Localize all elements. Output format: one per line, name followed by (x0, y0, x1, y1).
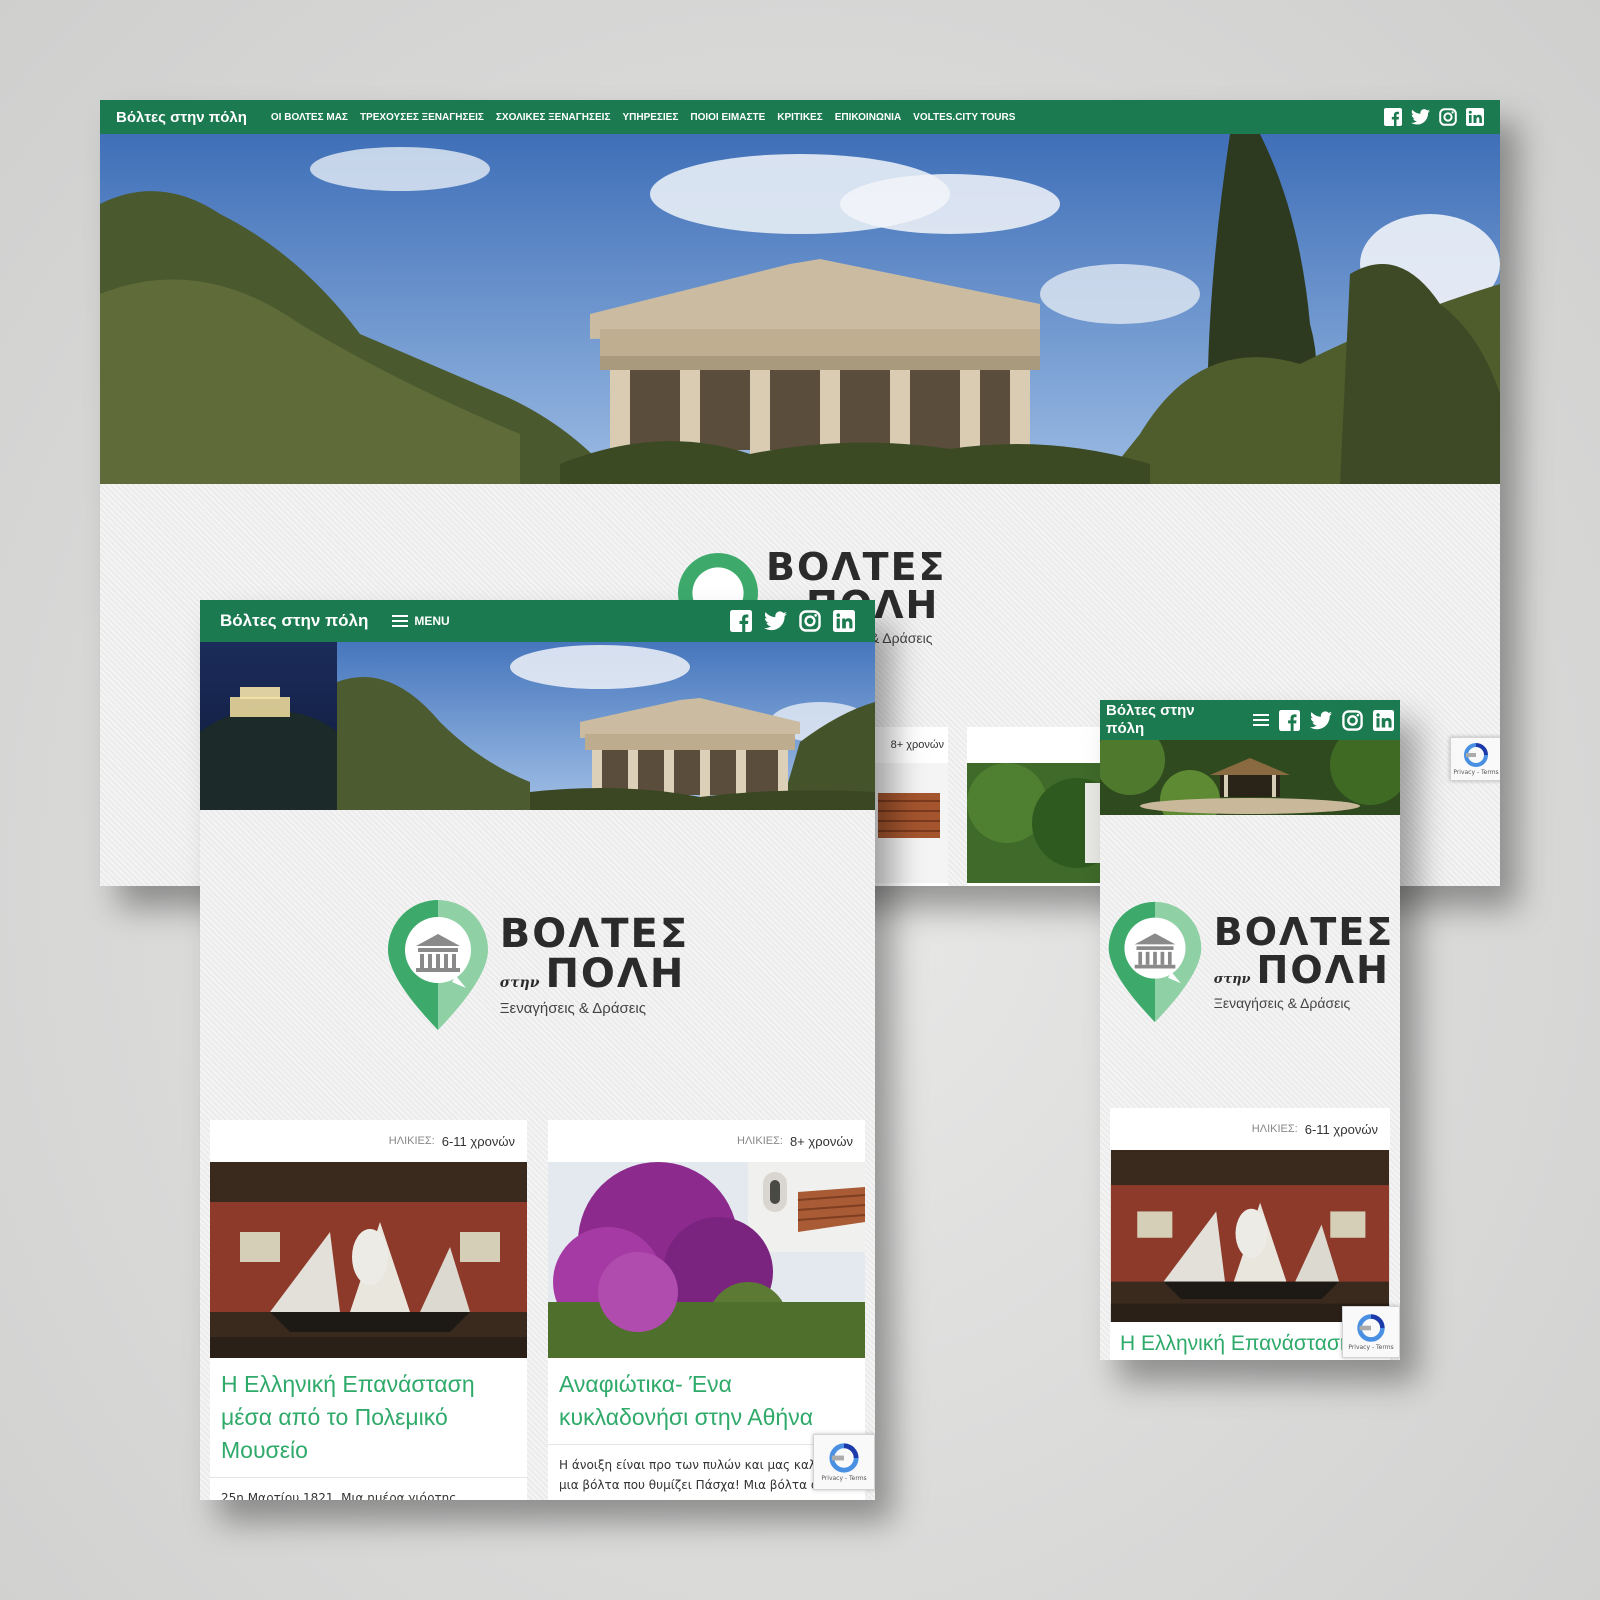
menu-item-our-tours[interactable]: ΟΙ ΒΟΛΤΕΣ ΜΑΣ (271, 112, 348, 123)
linkedin-icon[interactable] (1373, 709, 1394, 731)
logo-title-small: στην (499, 974, 540, 991)
site-title-link[interactable]: Βόλτες στην πόλη (116, 109, 247, 126)
logo-title-line1: ΒΟΛΤΕΣ (499, 910, 690, 957)
menu-toggle-button[interactable]: MENU (392, 614, 450, 628)
card-title-link[interactable]: Η Ελληνική Επανάσταση μέσα από το Πολεμι… (210, 1358, 527, 1477)
desktop-card[interactable]: 8+ χρονών (870, 727, 948, 886)
recaptcha-badge[interactable]: Privacy - Terms (1342, 1306, 1400, 1358)
logo-title-small: στην (1213, 972, 1251, 987)
menu-item-city-tours[interactable]: VOLTES.CITY TOURS (913, 112, 1015, 123)
mobile-hero-image (1100, 740, 1400, 815)
logo-title-line2: ΠΟΛΗ (1256, 948, 1390, 992)
tablet-logo: ΒΟΛΤΕΣ στην ΠΟΛΗ Ξεναγήσεις & Δράσεις (200, 898, 875, 1032)
recaptcha-text: Privacy - Terms (1348, 1343, 1394, 1351)
tablet-screenshot: Βόλτες στην πόλη MENU ΒΟΛΤΕΣ στην ΠΟΛΗ Ξ… (200, 600, 875, 1500)
card-age-value: 8+ χρονών (789, 1133, 853, 1149)
recaptcha-badge[interactable]: Privacy - Terms (813, 1434, 875, 1490)
menu-item-contact[interactable]: ΕΠΙΚΟΙΝΩΝΙΑ (835, 112, 901, 123)
recaptcha-text: Privacy - Terms (821, 1474, 867, 1482)
twitter-icon[interactable] (764, 611, 787, 631)
social-links (1384, 108, 1484, 126)
menu-item-services[interactable]: ΥΠΗΡΕΣΙΕΣ (622, 112, 678, 123)
twitter-icon[interactable] (1411, 109, 1430, 125)
desktop-hero-image (100, 134, 1500, 484)
card-age-value: 6-11 χρονών (441, 1133, 515, 1149)
card-image (870, 763, 948, 883)
hamburger-icon[interactable] (1253, 714, 1269, 726)
mobile-navbar: Βόλτες στην πόλη (1100, 700, 1400, 740)
card-header: ΗΛΙΚΙΕΣ: 8+ χρονών (548, 1120, 865, 1162)
tour-card[interactable]: ΗΛΙΚΙΕΣ: 6-11 χρονών Η Ελληνική Επανάστα… (210, 1120, 527, 1500)
instagram-icon[interactable] (1342, 709, 1363, 731)
social-links (1253, 709, 1394, 731)
social-links (730, 610, 855, 632)
recaptcha-icon (1357, 1313, 1385, 1342)
logo-subtitle: Ξεναγήσεις & Δράσεις (499, 999, 646, 1017)
logo-title-line1: ΒΟΛΤΕΣ (766, 545, 947, 589)
card-age-label: ΗΛΙΚΙΕΣ: (1251, 1123, 1298, 1135)
twitter-icon[interactable] (1310, 710, 1332, 730)
card-excerpt: 25η Μαρτίου 1821. Μια ημέρα γιόρτης (210, 1477, 527, 1500)
tablet-navbar: Βόλτες στην πόλη MENU (200, 600, 875, 642)
desktop-navbar: Βόλτες στην πόλη ΟΙ ΒΟΛΤΕΣ ΜΑΣ ΤΡΕΧΟΥΣΕΣ… (100, 100, 1500, 134)
menu-label: MENU (414, 614, 450, 628)
facebook-icon[interactable] (1279, 709, 1300, 731)
facebook-icon[interactable] (730, 610, 752, 632)
menu-item-current-tours[interactable]: ΤΡΕΧΟΥΣΕΣ ΞΕΝΑΓΗΣΕΙΣ (360, 112, 484, 123)
card-image (548, 1162, 865, 1358)
mobile-screenshot: Βόλτες στην πόλη ΒΟΛΤΕΣ στην ΠΟΛΗ Ξεναγή… (1100, 700, 1400, 1360)
logo-pin-icon (387, 900, 488, 1030)
logo-title-line1: ΒΟΛΤΕΣ (1213, 910, 1395, 954)
menu-item-about[interactable]: ΠΟΙΟΙ ΕΙΜΑΣΤΕ (690, 112, 765, 123)
desktop-card[interactable] (967, 727, 1117, 886)
recaptcha-text: Privacy - Terms (1453, 768, 1499, 776)
logo-subtitle: Ξεναγήσεις & Δράσεις (1213, 995, 1351, 1011)
instagram-icon[interactable] (1439, 108, 1457, 126)
card-header: ΗΛΙΚΙΕΣ: 6-11 χρονών (1110, 1108, 1390, 1150)
recaptcha-icon (1464, 742, 1488, 767)
instagram-icon[interactable] (799, 610, 821, 632)
linkedin-icon[interactable] (1466, 108, 1484, 126)
menu-item-reviews[interactable]: ΚΡΙΤΙΚΕΣ (777, 112, 822, 123)
card-age-value: 6-11 χρονών (1304, 1121, 1378, 1137)
site-title-link[interactable]: Βόλτες στην πόλη (220, 611, 368, 631)
card-header: ΗΛΙΚΙΕΣ: 6-11 χρονών (210, 1120, 527, 1162)
card-age-label: ΗΛΙΚΙΕΣ: (737, 1135, 783, 1147)
linkedin-icon[interactable] (833, 610, 855, 632)
card-image (1110, 1150, 1390, 1322)
facebook-icon[interactable] (1384, 108, 1402, 126)
card-age-label: ΗΛΙΚΙΕΣ: (388, 1135, 435, 1147)
main-menu: ΟΙ ΒΟΛΤΕΣ ΜΑΣ ΤΡΕΧΟΥΣΕΣ ΞΕΝΑΓΗΣΕΙΣ ΣΧΟΛΙ… (271, 112, 1016, 123)
hamburger-icon (392, 615, 409, 627)
card-title-link[interactable]: Αναφιώτικα- Ένα κυκλαδονήσι στην Αθήνα (548, 1358, 865, 1444)
card-image (967, 763, 1117, 883)
mobile-logo: ΒΟΛΤΕΣ στην ΠΟΛΗ Ξεναγήσεις & Δράσεις (1100, 900, 1400, 1024)
recaptcha-icon (829, 1442, 859, 1473)
card-image (210, 1162, 527, 1358)
card-age-value: 8+ χρονών (890, 739, 944, 751)
logo-pin-icon (1108, 901, 1202, 1023)
menu-item-school-tours[interactable]: ΣΧΟΛΙΚΕΣ ΞΕΝΑΓΗΣΕΙΣ (496, 112, 611, 123)
recaptcha-badge[interactable]: Privacy - Terms (1450, 737, 1500, 781)
site-title-link[interactable]: Βόλτες στην πόλη (1106, 702, 1226, 738)
tablet-hero-image (200, 642, 875, 810)
logo-title-line2: ΠΟΛΗ (545, 950, 686, 997)
